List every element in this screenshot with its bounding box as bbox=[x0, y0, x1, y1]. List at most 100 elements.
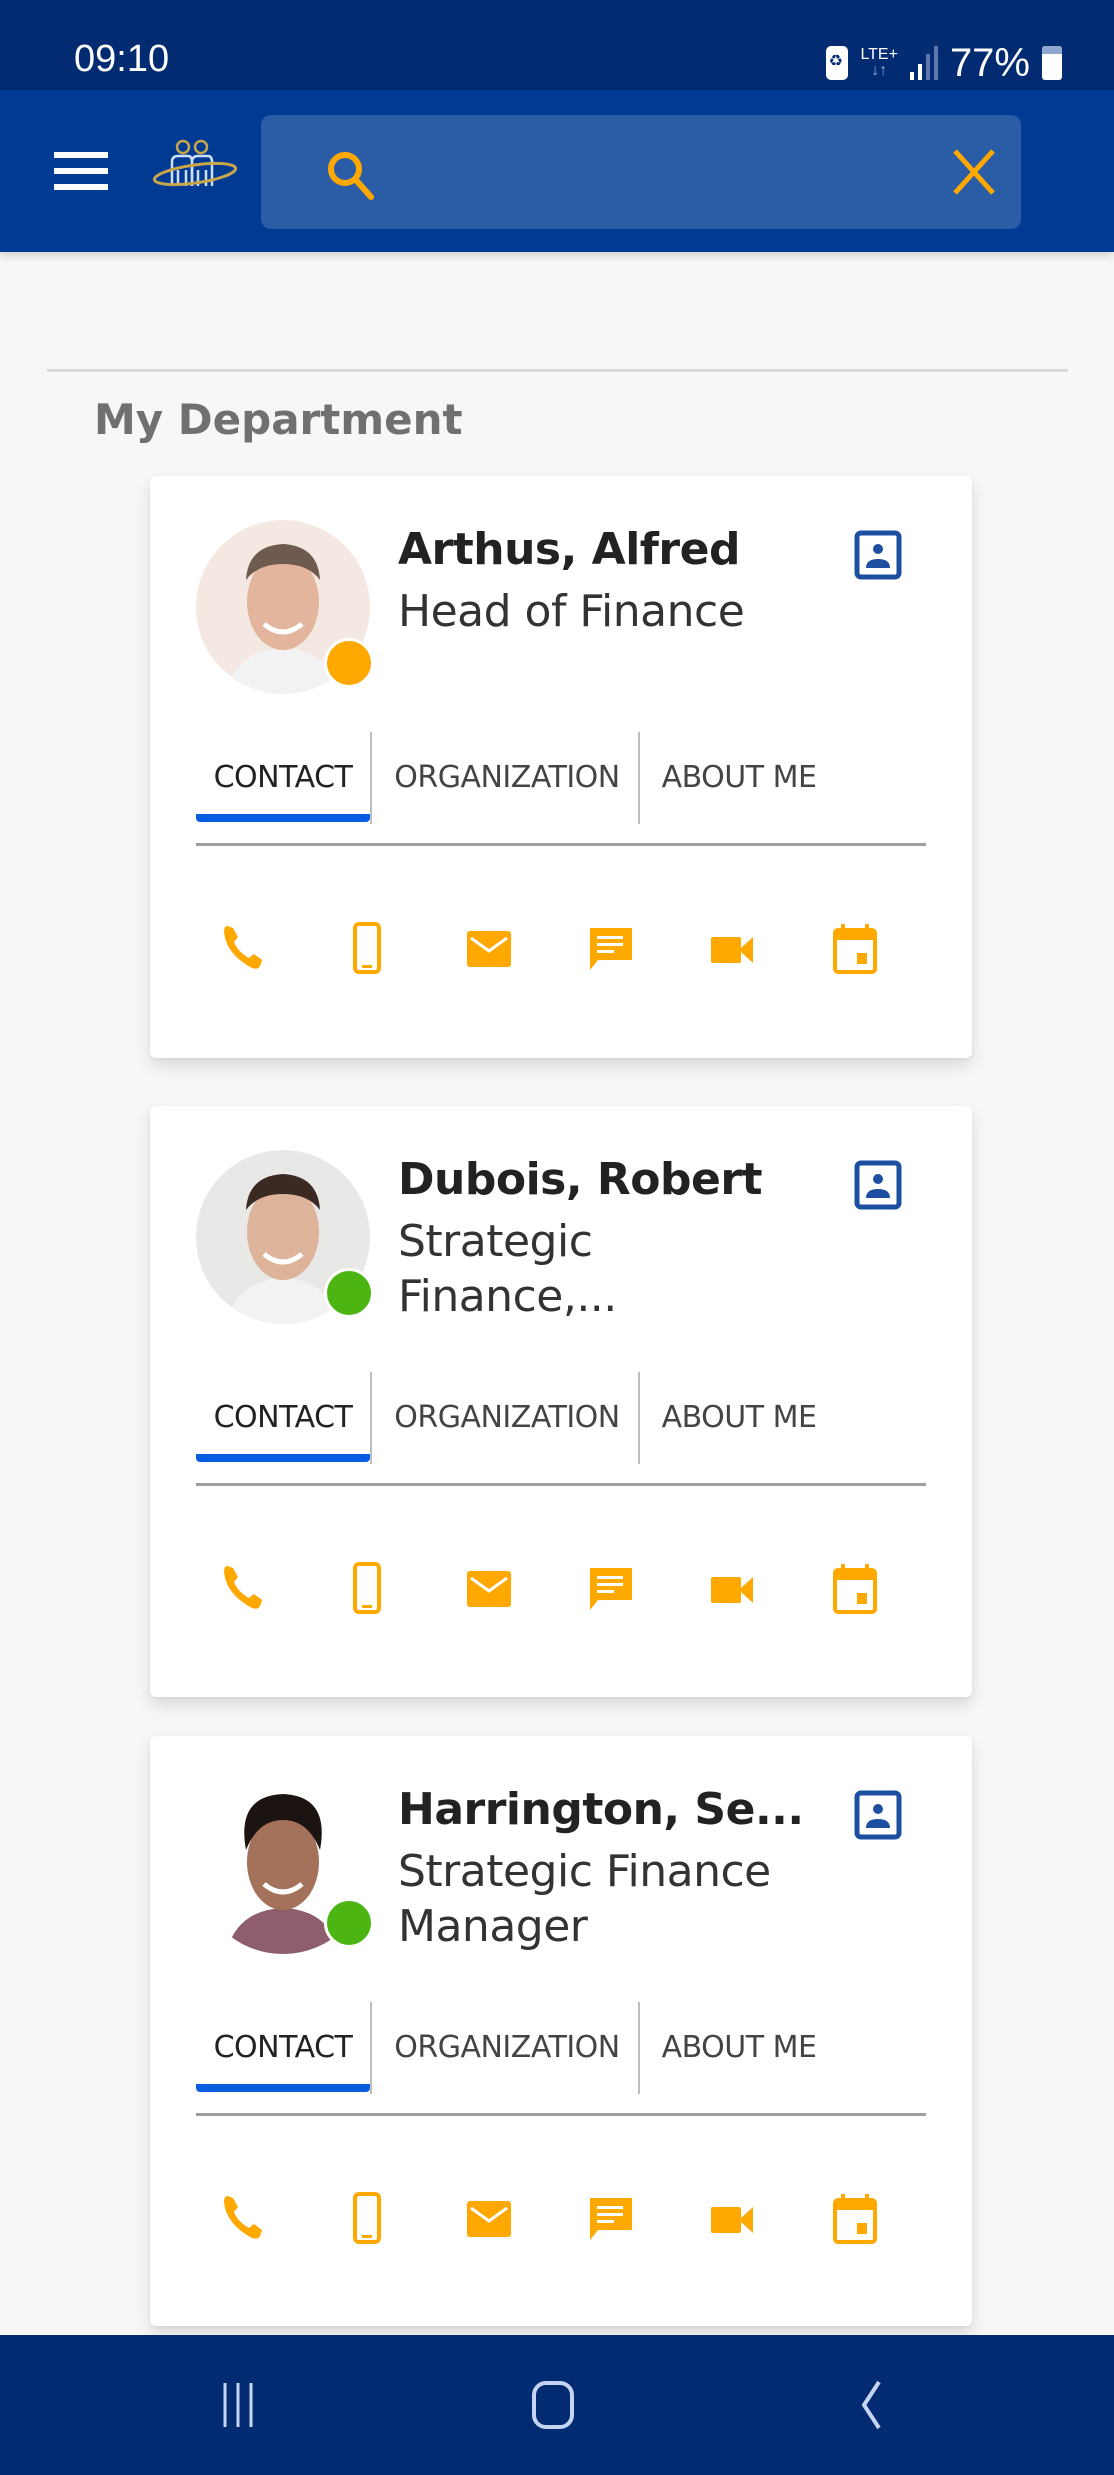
person-job-title: Strategic Finance,... bbox=[398, 1216, 617, 1322]
contact-card-icon bbox=[854, 1160, 902, 1210]
phone-button[interactable] bbox=[214, 918, 276, 980]
recent-apps-glyph bbox=[223, 2383, 253, 2427]
video-call-button[interactable] bbox=[702, 918, 764, 980]
system-nav-bar bbox=[0, 2335, 1114, 2475]
chat-icon bbox=[590, 2198, 632, 2240]
app-bar bbox=[0, 90, 1114, 252]
contact-actions bbox=[196, 2188, 926, 2268]
app-logo[interactable] bbox=[150, 138, 240, 198]
tab-about-me[interactable]: ABOUT ME bbox=[644, 2000, 834, 2094]
network-type: LTE+ bbox=[860, 46, 898, 63]
tabs-underline bbox=[196, 2113, 926, 2116]
contact-card-icon bbox=[854, 1790, 902, 1840]
tab-organization[interactable]: ORGANIZATION bbox=[374, 2000, 640, 2094]
calendar-button[interactable] bbox=[824, 2188, 886, 2250]
email-icon bbox=[467, 931, 511, 967]
chat-button[interactable] bbox=[580, 2188, 642, 2250]
chat-button[interactable] bbox=[580, 1558, 642, 1620]
calendar-icon bbox=[833, 2194, 877, 2244]
video-call-button[interactable] bbox=[702, 2188, 764, 2250]
chat-button[interactable] bbox=[580, 918, 642, 980]
contact-actions bbox=[196, 918, 926, 998]
email-button[interactable] bbox=[458, 2188, 520, 2250]
tabs-underline bbox=[196, 843, 926, 846]
mobile-icon bbox=[353, 2192, 381, 2244]
presence-status-available bbox=[324, 1898, 374, 1948]
avatar[interactable] bbox=[196, 1780, 376, 1960]
chat-icon bbox=[590, 1568, 632, 1610]
tab-organization[interactable]: ORGANIZATION bbox=[374, 1370, 640, 1464]
battery-icon bbox=[1042, 46, 1062, 80]
tab-contact[interactable]: CONTACT bbox=[196, 2000, 370, 2094]
people-orbit-logo-icon bbox=[152, 139, 238, 187]
contact-card-button[interactable] bbox=[854, 1788, 902, 1842]
calendar-button[interactable] bbox=[824, 1558, 886, 1620]
search-input[interactable] bbox=[371, 135, 871, 209]
recent-apps-icon[interactable] bbox=[192, 2365, 292, 2445]
phone-button[interactable] bbox=[214, 2188, 276, 2250]
person-tabs: CONTACT ORGANIZATION ABOUT ME bbox=[196, 2000, 926, 2120]
tab-divider bbox=[638, 732, 640, 824]
video-call-icon bbox=[711, 937, 753, 963]
contact-actions bbox=[196, 1558, 926, 1638]
tab-divider bbox=[370, 732, 372, 824]
person-card: Dubois, Robert Strategic Finance,... CONT… bbox=[150, 1106, 972, 1697]
data-arrows-icon: ↓↑ bbox=[871, 62, 888, 79]
active-tab-indicator bbox=[196, 1454, 370, 1462]
status-time: 09:10 bbox=[74, 38, 170, 80]
mobile-button[interactable] bbox=[336, 1558, 398, 1620]
close-icon[interactable] bbox=[949, 147, 999, 197]
presence-status-available bbox=[324, 1268, 374, 1318]
avatar[interactable] bbox=[196, 520, 376, 700]
back-glyph bbox=[862, 2380, 881, 2430]
chat-icon bbox=[590, 928, 632, 970]
phone-icon bbox=[224, 2196, 262, 2239]
tab-contact[interactable]: CONTACT bbox=[196, 1370, 370, 1464]
mobile-icon bbox=[353, 922, 381, 974]
person-name[interactable]: Dubois, Robert bbox=[398, 1154, 763, 1205]
home-icon[interactable] bbox=[503, 2365, 603, 2445]
contact-card-button[interactable] bbox=[854, 1158, 902, 1212]
hamburger-menu-icon[interactable] bbox=[54, 152, 108, 190]
avatar[interactable] bbox=[196, 1150, 376, 1330]
mobile-button[interactable] bbox=[336, 2188, 398, 2250]
tab-divider bbox=[638, 1372, 640, 1464]
battery-saver-icon bbox=[826, 46, 849, 80]
person-tabs: CONTACT ORGANIZATION ABOUT ME bbox=[196, 1370, 926, 1490]
tab-organization[interactable]: ORGANIZATION bbox=[374, 730, 640, 824]
contact-card-button[interactable] bbox=[854, 528, 902, 582]
person-name[interactable]: Harrington, Se... bbox=[398, 1784, 804, 1835]
person-job-title: Head of Finance bbox=[398, 586, 745, 637]
person-tabs: CONTACT ORGANIZATION ABOUT ME bbox=[196, 730, 926, 850]
status-bar: 09:10 LTE+ ↓↑ 77% bbox=[0, 0, 1114, 90]
person-card: Harrington, Se... Strategic Finance Manag… bbox=[150, 1736, 972, 2326]
lte-icon: LTE+ ↓↑ bbox=[860, 47, 898, 79]
tab-contact[interactable]: CONTACT bbox=[196, 730, 370, 824]
email-button[interactable] bbox=[458, 918, 520, 980]
tab-divider bbox=[370, 1372, 372, 1464]
tab-divider bbox=[638, 2002, 640, 2094]
mobile-icon bbox=[353, 1562, 381, 1614]
phone-button[interactable] bbox=[214, 1558, 276, 1620]
back-icon[interactable] bbox=[815, 2365, 915, 2445]
phone-icon bbox=[224, 926, 262, 969]
tab-divider bbox=[370, 2002, 372, 2094]
mobile-button[interactable] bbox=[336, 918, 398, 980]
person-job-title: Strategic Finance Manager bbox=[398, 1846, 771, 1952]
battery-percent: 77% bbox=[949, 40, 1030, 85]
status-icons: LTE+ ↓↑ 77% bbox=[826, 38, 1062, 88]
email-icon bbox=[467, 1571, 511, 1607]
email-icon bbox=[467, 2201, 511, 2237]
video-call-button[interactable] bbox=[702, 1558, 764, 1620]
video-call-icon bbox=[711, 1577, 753, 1603]
email-button[interactable] bbox=[458, 1558, 520, 1620]
presence-status-away bbox=[324, 638, 374, 688]
active-tab-indicator bbox=[196, 2084, 370, 2092]
tab-about-me[interactable]: ABOUT ME bbox=[644, 730, 834, 824]
divider bbox=[47, 369, 1068, 372]
tab-about-me[interactable]: ABOUT ME bbox=[644, 1370, 834, 1464]
signal-icon bbox=[909, 46, 938, 80]
calendar-icon bbox=[833, 924, 877, 974]
calendar-button[interactable] bbox=[824, 918, 886, 980]
person-name[interactable]: Arthus, Alfred bbox=[398, 524, 740, 575]
